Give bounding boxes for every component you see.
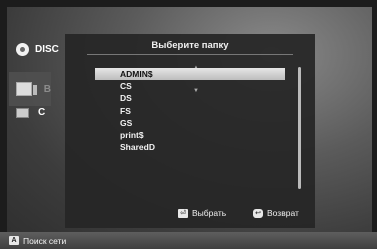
return-button[interactable]: ↩ Возврат (253, 208, 299, 218)
computer-icon (16, 82, 37, 96)
return-key-icon: ↩ (253, 208, 263, 218)
screen: DISC B C Выберите папку ▲ ADMIN$ CS DS F… (0, 0, 377, 249)
dialog-title: Выберите папку (151, 40, 229, 51)
folder-item[interactable]: GS (95, 117, 285, 129)
folder-item[interactable]: DS (95, 92, 285, 104)
select-label: Выбрать (192, 208, 227, 218)
device-b[interactable]: B (9, 72, 51, 106)
folder-list: ADMIN$ CS DS FS GS print$ SharedD (95, 68, 285, 153)
device-c-label: C (38, 107, 46, 118)
network-search-label[interactable]: Поиск сети (23, 236, 66, 246)
select-button[interactable]: ⏎ Выбрать (178, 208, 226, 218)
folder-dialog: Выберите папку ▲ ADMIN$ CS DS FS GS prin… (65, 34, 315, 228)
frame-right (372, 0, 377, 249)
frame-left (0, 0, 7, 249)
scroll-down-icon[interactable]: ▼ (193, 88, 199, 94)
enter-key-icon: ⏎ (178, 208, 188, 218)
device-b-label: B (43, 83, 51, 95)
disc-icon (16, 43, 29, 56)
frame-top (0, 0, 377, 7)
device-disc-label: DISC (35, 44, 59, 55)
folder-item[interactable]: CS (95, 80, 285, 92)
folder-item[interactable]: ADMIN$ (95, 68, 285, 81)
bottom-bar: A Поиск сети (0, 232, 377, 249)
scrollbar[interactable] (298, 67, 301, 189)
computer-icon (16, 107, 29, 118)
title-divider (87, 54, 293, 55)
folder-item[interactable]: print$ (95, 129, 285, 141)
device-c[interactable]: C (16, 107, 45, 118)
folder-item[interactable]: FS (95, 105, 285, 117)
return-label: Возврат (267, 208, 299, 218)
a-button-icon[interactable]: A (9, 236, 19, 245)
folder-item[interactable]: SharedD (95, 141, 285, 153)
device-disc[interactable]: DISC (16, 43, 59, 56)
